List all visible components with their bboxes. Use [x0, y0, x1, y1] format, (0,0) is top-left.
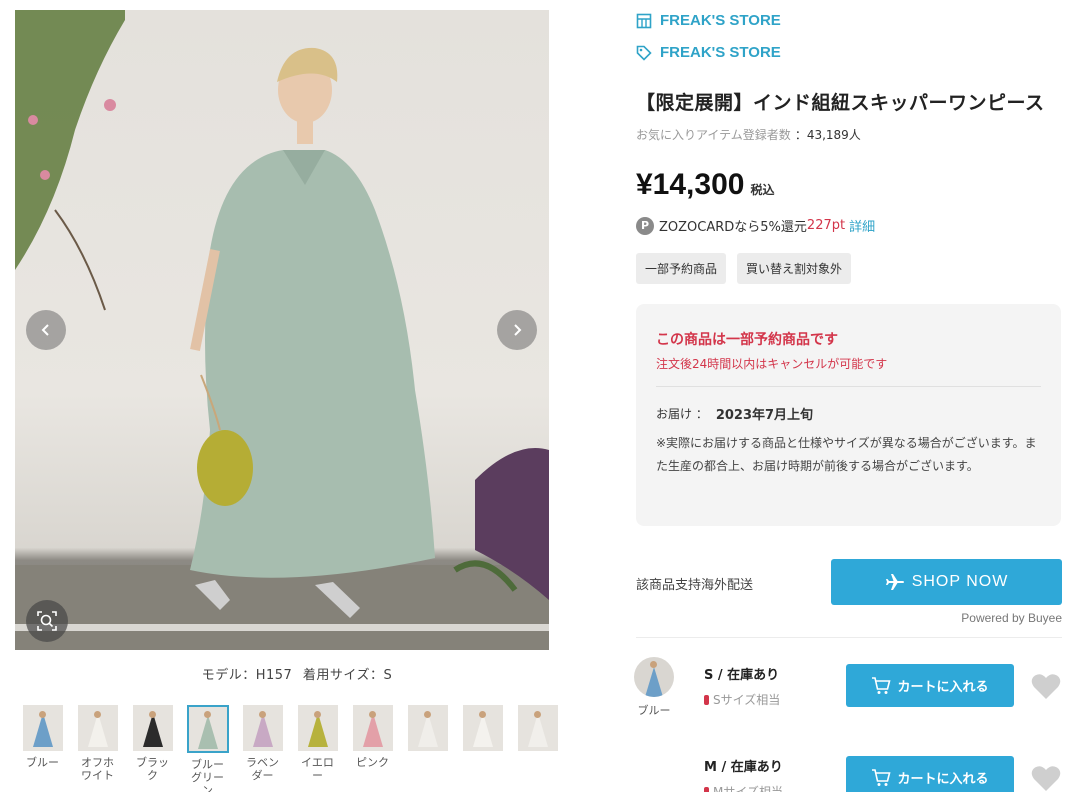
color-thumbnail-list: ブルー オフホワイト ブラック ブルーグリーン ラベンダー イエロー ピンク [15, 705, 565, 792]
color-thumbnail-label: オフホワイト [81, 756, 114, 782]
color-thumbnail-image [297, 705, 338, 751]
color-thumbnail[interactable] [400, 705, 455, 792]
size-row-m: M / 在庫あり Mサイズ相当 [704, 756, 783, 792]
size-stock: M / 在庫あり [704, 760, 783, 775]
favorite-heart-icon[interactable] [1031, 765, 1061, 792]
delivery-date: 2023年7月上旬 [715, 408, 814, 423]
favorite-count: お気に入りアイテム登録者数 ：43,189人 [636, 126, 861, 143]
tax-label: 税込 [750, 183, 775, 197]
model-wear-size: 着用サイズ：S [302, 668, 393, 683]
reservation-title: この商品は一部予約商品です [656, 332, 838, 348]
color-thumbnail-image [186, 705, 229, 753]
color-thumbnail-label: ピンク [356, 756, 389, 769]
color-thumbnail-image [132, 705, 173, 751]
delivery-label: お届け ： [656, 407, 708, 421]
color-thumbnail-label: イエロー [301, 756, 334, 782]
brand-name: FREAK'S STORE [660, 44, 781, 61]
product-title: 【限定展開】インド組紐スキッパーワンピース [636, 92, 1045, 114]
color-thumbnail-label: ラベンダー [246, 756, 279, 782]
color-thumbnail-image [352, 705, 393, 751]
color-thumbnail[interactable] [510, 705, 565, 792]
variant-color-name: ブルー [637, 704, 671, 717]
overseas-shipping-text: 該商品支持海外配送 [636, 578, 754, 593]
cart-icon [872, 768, 892, 786]
previous-image-button[interactable] [26, 310, 66, 350]
add-to-cart-button[interactable]: カートに入れる [846, 664, 1014, 707]
cart-icon [872, 676, 892, 694]
color-thumbnail-image [462, 705, 503, 751]
tag-preorder: 一部予約商品 [636, 253, 727, 284]
size-stock: S / 在庫あり [704, 668, 780, 683]
model-caption: モデル：H157 着用サイズ：S [15, 664, 579, 683]
color-thumbnail-label: ブルー [26, 756, 59, 769]
reservation-notice: この商品は一部予約商品です 注文後24時間以内はキャンセルが可能です お届け ：… [636, 304, 1061, 526]
color-thumbnail[interactable]: ブルー [15, 705, 70, 792]
size-hint-text: Sサイズ相当 [713, 693, 781, 707]
delivery-info: お届け ： 2023年7月上旬 [656, 404, 813, 423]
color-thumbnail-image [22, 705, 63, 751]
chevron-left-icon [41, 324, 49, 336]
color-thumbnail-image [77, 705, 118, 751]
airplane-icon [885, 574, 904, 590]
favorite-count-value: ：43,189人 [794, 128, 861, 142]
chevron-right-icon [514, 324, 522, 336]
add-to-cart-button[interactable]: カートに入れる [846, 756, 1014, 792]
color-thumbnail[interactable]: ピンク [345, 705, 400, 792]
powered-by-buyee: Powered by Buyee [961, 611, 1062, 625]
color-thumbnail-label: ブラック [136, 756, 169, 782]
variant-color-image [634, 657, 674, 697]
tag-icon [636, 45, 652, 61]
shop-now-label: SHOP NOW [911, 573, 1009, 590]
price: ¥14,300 税込 [636, 168, 774, 202]
favorite-heart-icon[interactable] [1031, 673, 1061, 700]
favorite-count-label: お気に入りアイテム登録者数 [636, 128, 791, 142]
variant-color-thumbnail[interactable]: ブルー [634, 657, 674, 718]
color-thumbnail[interactable]: ブルーグリーン [180, 705, 235, 792]
shop-now-button[interactable]: SHOP NOW [831, 559, 1062, 605]
size-row-s: S / 在庫あり Sサイズ相当 [704, 664, 780, 708]
shop-link[interactable]: FREAK'S STORE [636, 12, 781, 29]
points-icon: P [636, 216, 654, 235]
model-height: モデル：H157 [201, 668, 293, 683]
color-thumbnail-image [242, 705, 283, 751]
zoom-button[interactable] [26, 600, 68, 642]
next-image-button[interactable] [497, 310, 537, 350]
price-amount: ¥14,300 [636, 168, 745, 201]
model-photo [15, 10, 549, 650]
size-hint: Sサイズ相当 [704, 691, 780, 708]
main-product-image[interactable] [15, 10, 549, 650]
reservation-note: ※実際にお届けする商品と仕様やサイズが異なる場合がございます。また生産の都合上、… [656, 436, 1037, 473]
add-to-cart-label: カートに入れる [897, 772, 989, 787]
points-detail-link[interactable]: 詳細 [849, 216, 875, 235]
tag-trade-in-excluded: 買い替え割対象外 [737, 253, 852, 284]
zoom-icon [37, 611, 57, 631]
size-pin-icon [704, 786, 709, 792]
divider [636, 637, 1062, 638]
brand-link[interactable]: FREAK'S STORE [636, 44, 781, 61]
color-thumbnail-label: ブルーグリーン [191, 758, 224, 792]
points-value: 227pt [806, 218, 846, 233]
size-pin-icon [704, 694, 709, 705]
zozocard-points: P ZOZOCARDなら5%還元 227pt 詳細 [636, 216, 875, 235]
color-thumbnail-image [517, 705, 558, 751]
size-hint: Mサイズ相当 [704, 783, 783, 792]
reservation-subtitle: 注文後24時間以内はキャンセルが可能です [656, 357, 888, 371]
add-to-cart-label: カートに入れる [897, 680, 989, 695]
color-thumbnail-image [407, 705, 448, 751]
color-thumbnail[interactable]: ブラック [125, 705, 180, 792]
zozocard-text: ZOZOCARDなら5%還元 [659, 220, 807, 235]
shop-name: FREAK'S STORE [660, 12, 781, 29]
size-hint-text: Mサイズ相当 [713, 785, 783, 792]
divider [656, 386, 1041, 387]
color-thumbnail[interactable]: イエロー [290, 705, 345, 792]
color-thumbnail[interactable]: ラベンダー [235, 705, 290, 792]
color-thumbnail[interactable] [455, 705, 510, 792]
store-icon [636, 13, 652, 28]
product-tags: 一部予約商品 買い替え割対象外 [636, 253, 862, 284]
color-thumbnail[interactable]: オフホワイト [70, 705, 125, 792]
